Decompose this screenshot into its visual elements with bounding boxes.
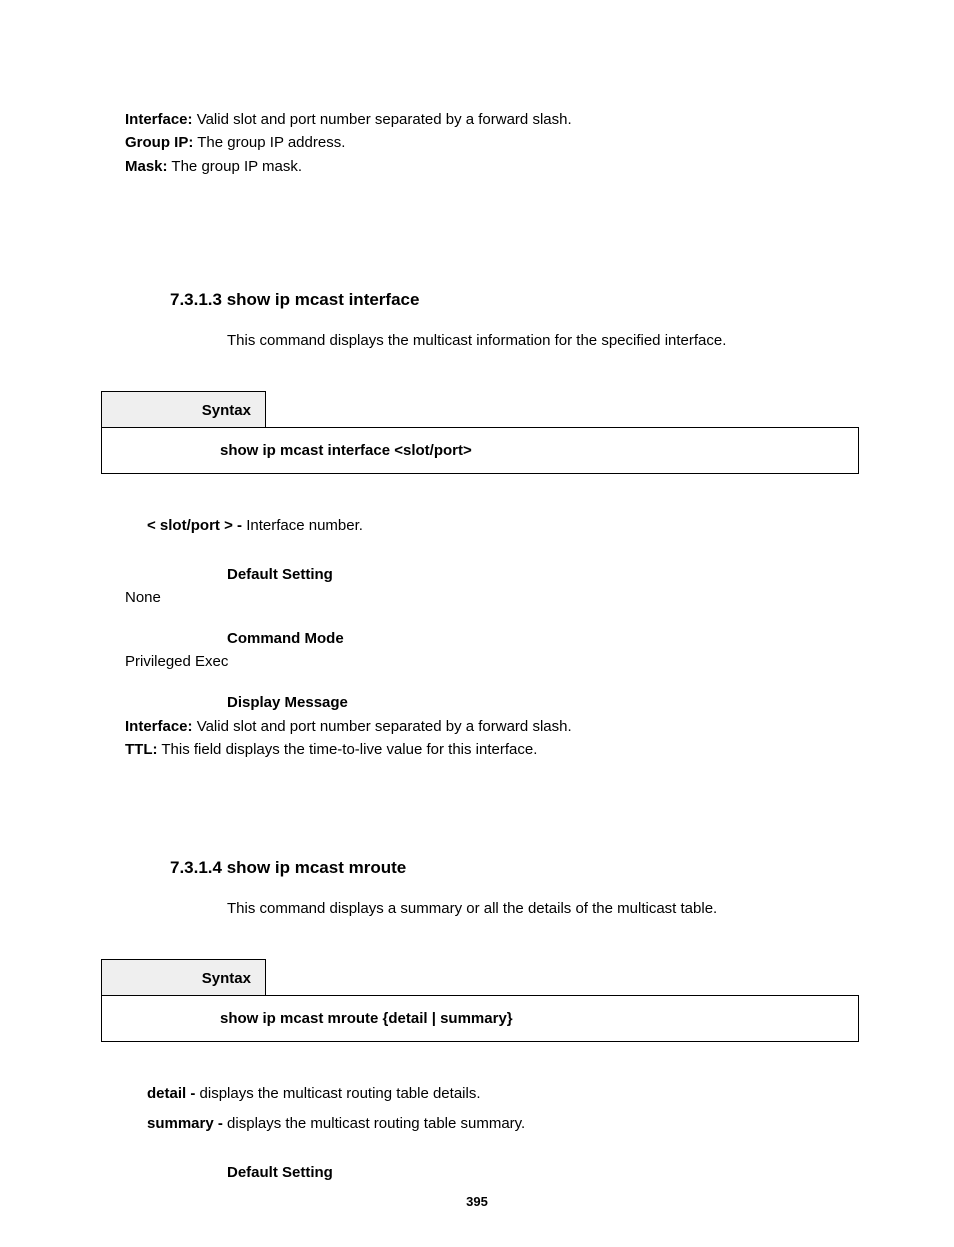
- parameter-list: < slot/port > - Interface number.: [147, 514, 859, 538]
- definition-text: Valid slot and port number separated by …: [193, 111, 572, 128]
- parameter-item: detail - displays the multicast routing …: [147, 1082, 859, 1106]
- definition-term: Group IP:: [125, 134, 193, 151]
- syntax-tab-label: Syntax: [101, 391, 266, 427]
- display-message-ttl: TTL: This field displays the time-to-liv…: [125, 740, 859, 760]
- section-title: show ip mcast mroute: [227, 858, 406, 877]
- section-heading-7314: 7.3.1.4 show ip mcast mroute: [170, 858, 859, 878]
- default-setting-heading: Default Setting: [227, 566, 859, 583]
- parameter-item: < slot/port > - Interface number.: [147, 514, 859, 538]
- syntax-tab-label: Syntax: [101, 959, 266, 995]
- parameter-name: detail -: [147, 1085, 200, 1102]
- section-description: This command displays a summary or all t…: [227, 898, 859, 919]
- dm-text: Valid slot and port number separated by …: [193, 718, 572, 735]
- command-mode-value: Privileged Exec: [125, 653, 859, 670]
- parameter-item: summary - displays the multicast routing…: [147, 1112, 859, 1136]
- section-number: 7.3.1.3: [170, 290, 227, 309]
- page-container: Interface: Valid slot and port number se…: [0, 0, 954, 1247]
- parameter-list: detail - displays the multicast routing …: [147, 1082, 859, 1136]
- definition-term: Mask:: [125, 158, 168, 175]
- top-definition-list: Interface: Valid slot and port number se…: [125, 110, 859, 177]
- definition-term: Interface:: [125, 111, 193, 128]
- display-message-interface: Interface: Valid slot and port number se…: [125, 717, 859, 737]
- section-description: This command displays the multicast info…: [227, 330, 859, 351]
- section-number: 7.3.1.4: [170, 858, 227, 877]
- syntax-box: Syntax show ip mcast mroute {detail | su…: [101, 959, 859, 1042]
- dm-term: TTL:: [125, 741, 157, 758]
- syntax-command: show ip mcast interface <slot/port>: [101, 427, 859, 474]
- dm-term: Interface:: [125, 718, 193, 735]
- parameter-desc: Interface number.: [246, 517, 363, 534]
- definition-interface: Interface: Valid slot and port number se…: [125, 110, 859, 130]
- definition-text: The group IP address.: [193, 134, 345, 151]
- section-title: show ip mcast interface: [227, 290, 420, 309]
- parameter-name: < slot/port > -: [147, 517, 246, 534]
- default-setting-value: None: [125, 589, 859, 606]
- syntax-command: show ip mcast mroute {detail | summary}: [101, 995, 859, 1042]
- definition-groupip: Group IP: The group IP address.: [125, 133, 859, 153]
- default-setting-heading: Default Setting: [227, 1164, 859, 1181]
- command-mode-heading: Command Mode: [227, 630, 859, 647]
- page-number: 395: [0, 1194, 954, 1209]
- parameter-desc: displays the multicast routing table sum…: [227, 1115, 525, 1132]
- definition-mask: Mask: The group IP mask.: [125, 157, 859, 177]
- definition-text: The group IP mask.: [168, 158, 303, 175]
- parameter-name: summary -: [147, 1115, 227, 1132]
- display-message-heading: Display Message: [227, 694, 859, 711]
- parameter-desc: displays the multicast routing table det…: [200, 1085, 481, 1102]
- syntax-box: Syntax show ip mcast interface <slot/por…: [101, 391, 859, 474]
- section-heading-7313: 7.3.1.3 show ip mcast interface: [170, 290, 859, 310]
- dm-text: This field displays the time-to-live val…: [157, 741, 537, 758]
